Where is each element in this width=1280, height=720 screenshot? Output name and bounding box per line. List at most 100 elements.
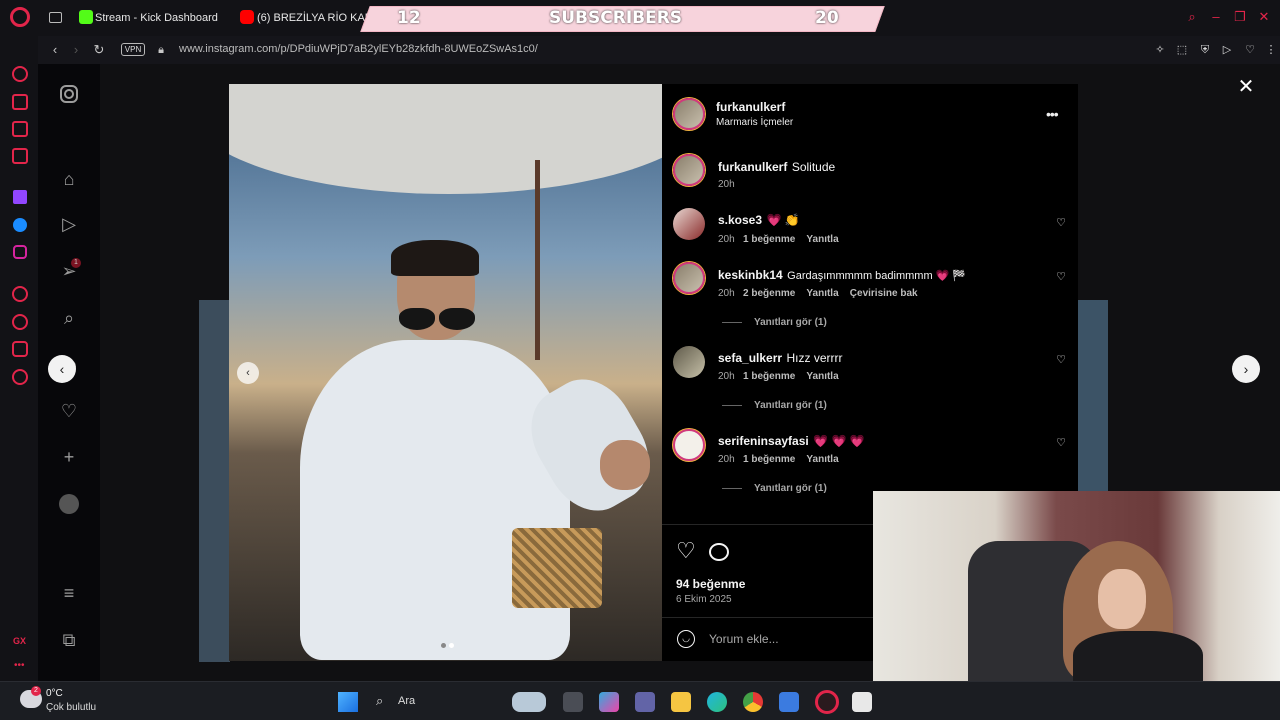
tab-kick-dashboard[interactable]: Stream - Kick Dashboard [95, 0, 225, 36]
more-icon[interactable]: ⋮ [1264, 43, 1278, 57]
subscriber-goal-count: 20 [815, 8, 839, 28]
more-options-icon[interactable]: ••• [1046, 106, 1059, 122]
minimize-icon[interactable]: – [1209, 10, 1223, 24]
caption-username[interactable]: furkanulkerf [718, 160, 787, 174]
comment-username[interactable]: keskinbk14 [718, 268, 783, 282]
like-comment-icon[interactable]: ♡ [1055, 354, 1067, 366]
comment-username[interactable]: s.kose3 [718, 213, 762, 227]
like-comment-icon[interactable]: ♡ [1055, 217, 1067, 229]
comment-username[interactable]: serifeninsayfasi [718, 434, 809, 448]
aria-icon[interactable] [12, 66, 28, 82]
shield-icon[interactable]: ⛨ [1198, 43, 1212, 57]
store-icon[interactable] [779, 692, 799, 712]
twitch-icon[interactable] [13, 190, 27, 204]
gx-corner-icon[interactable] [12, 148, 28, 164]
comment-avatar[interactable] [673, 346, 705, 378]
photo-sunglasses [393, 308, 479, 330]
reload-icon[interactable]: ↻ [91, 42, 107, 58]
edge-icon[interactable] [707, 692, 727, 712]
file-explorer-icon[interactable] [671, 692, 691, 712]
lock-icon[interactable]: 🔒︎ [153, 42, 169, 58]
comment-icon[interactable] [709, 543, 729, 561]
settings-icon[interactable] [12, 369, 28, 385]
instagram-logo-icon[interactable] [58, 84, 80, 106]
tab-youtube-video[interactable]: (6) BREZİLYA RİO KARN [257, 0, 369, 36]
create-icon[interactable]: + [58, 446, 80, 468]
comment-likes[interactable]: 1 beğenme [743, 371, 795, 382]
forward-icon[interactable]: › [68, 42, 84, 58]
notion-icon[interactable] [852, 692, 872, 712]
reply-link[interactable]: Yanıtla [806, 288, 838, 299]
start-icon[interactable] [338, 692, 358, 712]
comment-likes[interactable]: 1 beğenme [743, 454, 795, 465]
url-field[interactable]: www.instagram.com/p/DPdiuWPjD7aB2ylEYb28… [179, 43, 538, 55]
gx-logo-icon: GX [13, 636, 27, 646]
more-sidebar-icon[interactable]: ••• [14, 660, 25, 671]
comment: s.kose3 💗 👏 [718, 211, 800, 229]
reels-icon[interactable]: ▷ [58, 213, 80, 235]
author-username[interactable]: furkanulkerf [716, 100, 785, 114]
vpn-badge[interactable]: VPN [121, 43, 145, 56]
like-comment-icon[interactable]: ♡ [1055, 271, 1067, 283]
comment-input[interactable]: Yorum ekle... [709, 632, 779, 646]
history-icon[interactable] [12, 286, 28, 302]
view-replies-link[interactable]: Yanıtları gör (1) [722, 400, 827, 411]
weather-temp[interactable]: 0°C [46, 688, 63, 699]
opera-logo-icon[interactable] [10, 7, 30, 27]
pin-icon[interactable]: ✧ [1153, 43, 1167, 57]
back-icon[interactable]: ‹ [47, 42, 63, 58]
notifications-heart-icon[interactable]: ♡ [58, 400, 80, 422]
send-icon[interactable]: ▷ [1220, 43, 1234, 57]
comment-avatar[interactable] [673, 429, 705, 461]
view-replies-link[interactable]: Yanıtları gör (1) [722, 317, 827, 328]
extensions-icon[interactable] [12, 341, 28, 357]
reply-link[interactable]: Yanıtla [806, 454, 838, 465]
taskbar-search[interactable]: Ara [398, 695, 415, 707]
home-icon[interactable]: ⌂ [58, 168, 80, 190]
maximize-icon[interactable]: ❐ [1233, 10, 1247, 24]
carousel-dot-active [449, 643, 454, 648]
clock-icon[interactable] [12, 314, 28, 330]
tab-workspaces-icon[interactable] [49, 12, 62, 23]
menu-icon[interactable]: ≡ [58, 582, 80, 604]
comment-likes[interactable]: 1 beğenme [743, 234, 795, 245]
opera-gx-taskbar-icon[interactable] [815, 690, 839, 714]
comment-avatar[interactable] [673, 262, 705, 294]
weather-desc[interactable]: Çok bulutlu [46, 702, 96, 713]
messenger-icon[interactable] [13, 218, 27, 232]
next-post-button[interactable]: › [1232, 355, 1260, 383]
emoji-icon[interactable]: ◡ [677, 630, 695, 648]
player-icon[interactable] [12, 121, 28, 137]
threads-icon[interactable]: ⧉ [58, 629, 80, 651]
snapshot-icon[interactable]: ⬚ [1175, 43, 1189, 57]
taskbar-search-icon[interactable]: ⌕ [376, 693, 383, 709]
close-modal-icon[interactable]: ✕ [1237, 77, 1255, 97]
copilot-widget-icon[interactable] [512, 692, 546, 712]
reply-link[interactable]: Yanıtla [806, 234, 838, 245]
caption-avatar[interactable] [673, 154, 705, 186]
like-post-icon[interactable]: ♡ [676, 540, 696, 562]
translate-link[interactable]: Çevirisine bak [850, 288, 918, 299]
teams-icon[interactable] [635, 692, 655, 712]
prev-post-button[interactable]: ‹ [48, 355, 76, 383]
view-replies-link[interactable]: Yanıtları gör (1) [722, 483, 827, 494]
carousel-prev-button[interactable]: ‹ [237, 362, 259, 384]
close-window-icon[interactable]: ✕ [1257, 10, 1271, 24]
author-avatar[interactable] [673, 98, 705, 130]
crypto-wallet-icon[interactable] [12, 94, 28, 110]
chrome-icon[interactable] [743, 692, 763, 712]
reply-link[interactable]: Yanıtla [806, 371, 838, 382]
post-location[interactable]: Marmaris İçmeler [716, 117, 793, 128]
comment-username[interactable]: sefa_ulkerr [718, 351, 782, 365]
task-view-icon[interactable] [563, 692, 583, 712]
like-comment-icon[interactable]: ♡ [1055, 437, 1067, 449]
comment-avatar[interactable] [673, 208, 705, 240]
profile-avatar[interactable] [59, 494, 79, 514]
likes-count[interactable]: 94 beğenme [676, 577, 745, 591]
copilot-icon[interactable] [599, 692, 619, 712]
heart-bookmark-icon[interactable]: ♡ [1243, 43, 1257, 57]
search-tabs-icon[interactable]: ⌕ [1185, 10, 1199, 24]
instagram-sidebar-icon[interactable] [13, 245, 27, 259]
search-icon[interactable]: ⌕ [58, 307, 80, 329]
comment-likes[interactable]: 2 beğenme [743, 288, 795, 299]
